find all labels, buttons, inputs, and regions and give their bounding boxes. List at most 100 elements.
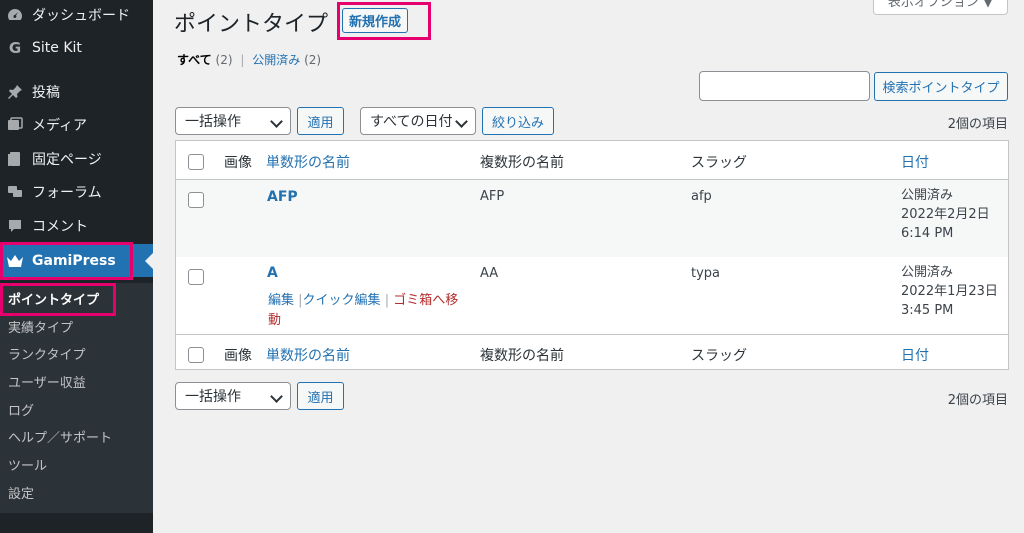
table-footer-row: 画像 単数形の名前 複数形の名前 スラッグ 日付	[176, 335, 1008, 370]
col-slug-footer: スラッグ	[691, 348, 747, 364]
add-new-button[interactable]: 新規作成	[342, 8, 408, 33]
col-image-footer: 画像	[224, 348, 252, 364]
apply-button-bottom[interactable]: 適用	[297, 382, 344, 410]
row-date-value: 2022年1月23日	[901, 284, 998, 299]
submenu-user-earnings[interactable]: ユーザー収益	[8, 372, 86, 391]
media-icon	[5, 116, 25, 133]
menu-gamipress[interactable]: GamiPress	[0, 244, 153, 277]
gamipress-submenu: ポイントタイプ 実績タイプ ランクタイプ ユーザー収益 ログ ヘルプ／サポート …	[0, 283, 153, 513]
filter-all-count: (2)	[215, 53, 233, 67]
items-count-bottom: 2個の項目	[947, 393, 1008, 408]
menu-posts[interactable]: 投稿	[0, 75, 153, 108]
screen-options-button[interactable]: 表示オプション ▼	[873, 0, 1008, 15]
menu-label: コメント	[32, 218, 88, 235]
row-slug: afp	[691, 189, 712, 204]
row-time: 6:14 PM	[901, 226, 954, 241]
edit-link[interactable]: 編集	[268, 293, 294, 308]
point-types-table: 画像 単数形の名前 複数形の名前 スラッグ 日付 AFP AFP afp 公開済…	[175, 140, 1009, 370]
search-input[interactable]	[699, 71, 870, 101]
search-button[interactable]: 検索ポイントタイプ	[874, 72, 1008, 101]
row-date: 公開済み 2022年2月2日 6:14 PM	[901, 186, 990, 243]
menu-label: Site Kit	[32, 39, 82, 56]
submenu-point-types[interactable]: ポイントタイプ	[8, 289, 99, 308]
chevron-down-icon	[270, 115, 283, 128]
menu-media[interactable]: メディア	[0, 108, 153, 141]
chevron-down-icon	[270, 390, 283, 403]
crown-icon	[5, 254, 25, 268]
trash-link[interactable]: ゴミ箱へ移	[393, 293, 458, 308]
menu-label: メディア	[32, 117, 88, 134]
row-slug: typa	[691, 266, 721, 281]
row-actions: 編集 |クイック編集 | ゴミ箱へ移	[268, 289, 458, 308]
bulk-action-value: 一括操作	[185, 114, 241, 130]
sidebar-bottom	[0, 513, 153, 533]
trash-link-continued[interactable]: 動	[268, 309, 281, 328]
status-filter: すべて (2) | 公開済み (2)	[177, 51, 321, 68]
admin-sidebar: ダッシュボード G Site Kit 投稿 メディア 固定ページ フォーラム コ…	[0, 0, 153, 533]
pin-icon	[5, 84, 25, 100]
col-image-header: 画像	[224, 155, 252, 171]
submenu-achievement-types[interactable]: 実績タイプ	[8, 317, 73, 336]
page-icon	[5, 151, 25, 167]
date-filter-select[interactable]: すべての日付	[360, 107, 476, 135]
filter-published-count: (2)	[304, 53, 322, 67]
filter-separator: |	[240, 53, 245, 67]
submenu-help-support[interactable]: ヘルプ／サポート	[8, 427, 112, 446]
row-checkbox[interactable]	[188, 192, 204, 208]
filter-button[interactable]: 絞り込み	[482, 107, 554, 135]
bulk-action-value: 一括操作	[185, 389, 241, 405]
menu-dashboard[interactable]: ダッシュボード	[0, 0, 153, 31]
row-time: 3:45 PM	[901, 303, 954, 318]
menu-label: ダッシュボード	[32, 7, 130, 24]
submenu-tools[interactable]: ツール	[8, 455, 47, 474]
row-date: 公開済み 2022年1月23日 3:45 PM	[901, 263, 998, 320]
google-g-icon: G	[8, 38, 22, 57]
row-status: 公開済み	[901, 188, 954, 203]
submenu-settings[interactable]: 設定	[8, 483, 34, 502]
table-row: A AA typa 公開済み 2022年1月23日 3:45 PM 編集 |クイ…	[176, 257, 1008, 335]
menu-label: フォーラム	[32, 184, 102, 201]
menu-comments[interactable]: コメント	[0, 209, 153, 242]
table-header-row: 画像 単数形の名前 複数形の名前 スラッグ 日付	[176, 141, 1008, 180]
row-title-link[interactable]: AFP	[267, 189, 298, 205]
menu-pages[interactable]: 固定ページ	[0, 142, 153, 175]
row-status: 公開済み	[901, 265, 954, 280]
select-all-checkbox[interactable]	[188, 154, 204, 170]
chevron-down-icon	[455, 115, 468, 128]
row-action-separator: |	[384, 293, 390, 308]
col-date-footer[interactable]: 日付	[901, 345, 929, 365]
menu-label: 投稿	[32, 84, 60, 101]
col-plural-footer: 複数形の名前	[480, 348, 564, 364]
row-title-link[interactable]: A	[267, 265, 278, 281]
menu-label: GamiPress	[32, 252, 116, 269]
col-date-header[interactable]: 日付	[901, 152, 929, 172]
row-plural: AA	[480, 266, 499, 281]
table-row: AFP AFP afp 公開済み 2022年2月2日 6:14 PM	[176, 180, 1008, 257]
apply-button[interactable]: 適用	[297, 107, 344, 135]
items-count: 2個の項目	[947, 117, 1008, 132]
quick-edit-link[interactable]: クイック編集	[303, 293, 381, 308]
col-singular-footer[interactable]: 単数形の名前	[266, 345, 350, 365]
row-checkbox[interactable]	[188, 269, 204, 285]
col-plural-header: 複数形の名前	[480, 155, 564, 171]
row-date-value: 2022年2月2日	[901, 207, 990, 222]
col-slug-header: スラッグ	[691, 155, 747, 171]
submenu-logs[interactable]: ログ	[8, 400, 34, 419]
select-all-checkbox[interactable]	[188, 347, 204, 363]
filter-published[interactable]: 公開済み	[252, 53, 300, 67]
submenu-rank-types[interactable]: ランクタイプ	[8, 344, 85, 363]
filter-all[interactable]: すべて	[177, 53, 212, 67]
menu-label: 固定ページ	[32, 151, 102, 168]
row-plural: AFP	[480, 189, 505, 204]
dashboard-icon	[5, 7, 25, 23]
page-title: ポイントタイプ	[174, 12, 329, 37]
bulk-action-select-bottom[interactable]: 一括操作	[175, 382, 291, 410]
forum-icon	[5, 184, 25, 200]
date-filter-value: すべての日付	[370, 114, 453, 130]
comment-icon	[5, 218, 25, 234]
col-singular-header[interactable]: 単数形の名前	[266, 152, 350, 172]
menu-forums[interactable]: フォーラム	[0, 175, 153, 208]
menu-site-kit[interactable]: G Site Kit	[0, 31, 153, 64]
current-menu-arrow	[145, 253, 153, 269]
bulk-action-select[interactable]: 一括操作	[175, 107, 291, 135]
